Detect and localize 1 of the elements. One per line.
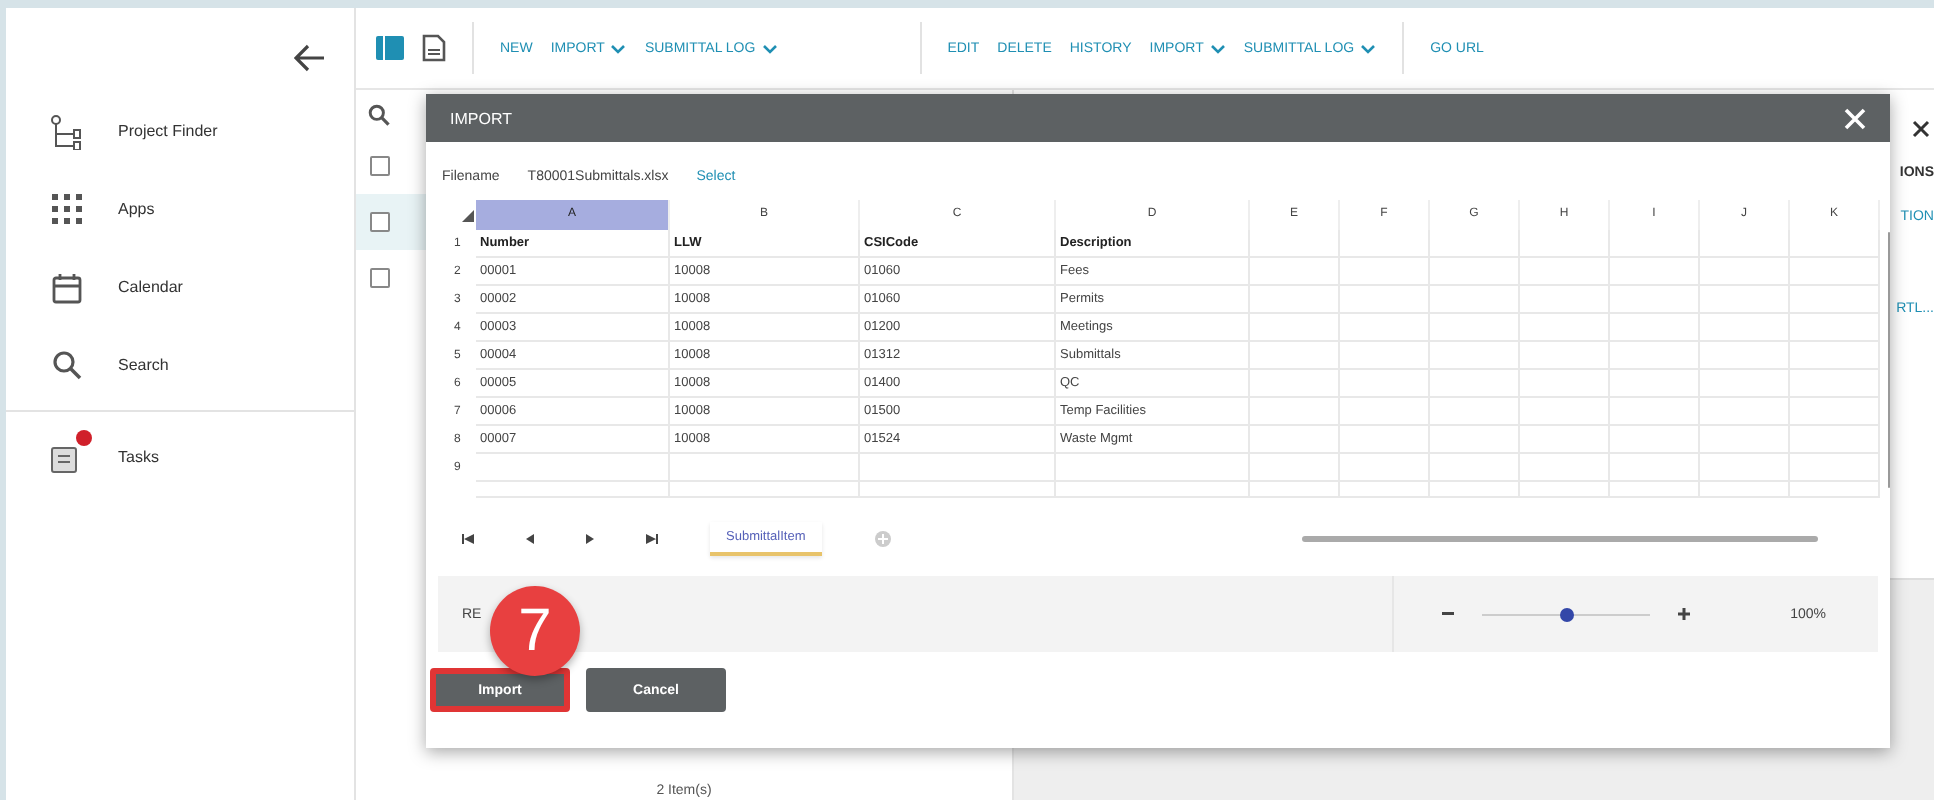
dialog-title: IMPORT [450,109,512,127]
